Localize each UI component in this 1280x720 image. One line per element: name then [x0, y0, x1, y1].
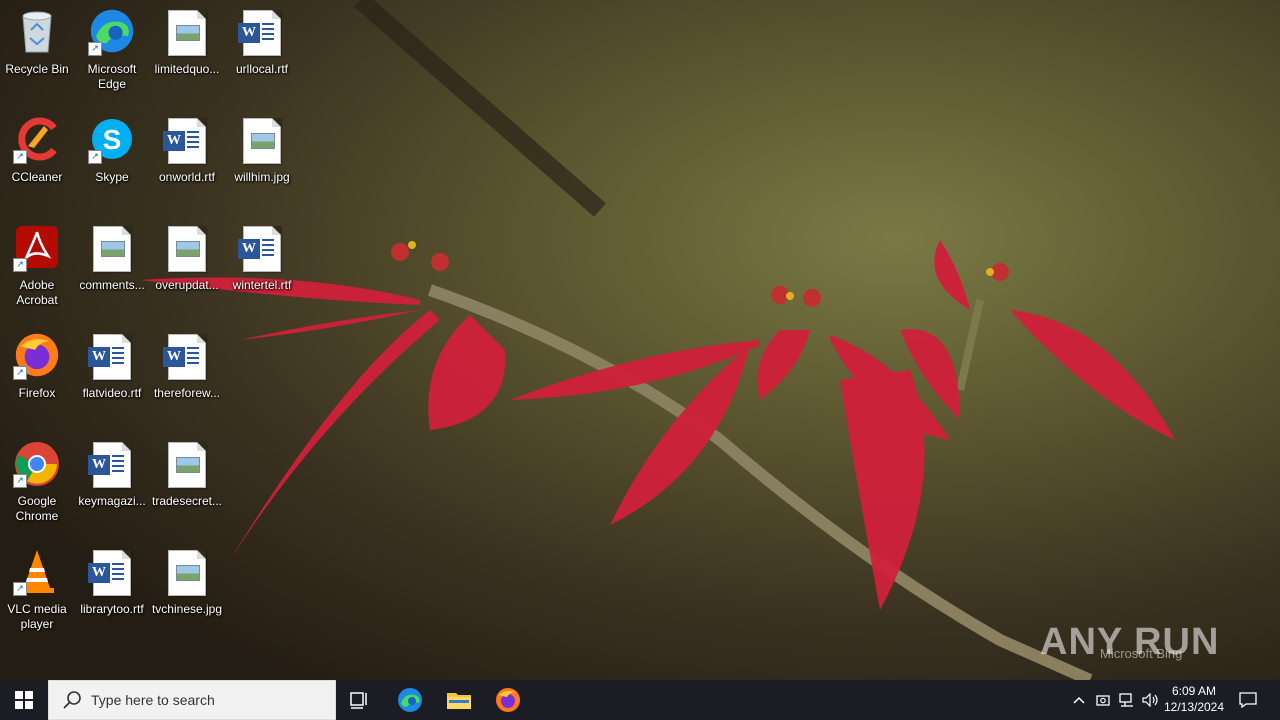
desktop-icon-label: urllocal.rtf: [235, 62, 288, 76]
desktop-icon-label: tradesecret...: [151, 494, 223, 508]
taskbar-file-explorer-button[interactable]: [435, 680, 483, 720]
image-file-icon: [88, 224, 136, 272]
shortcut-arrow-icon: ↗: [13, 150, 27, 164]
edge-icon: [398, 688, 422, 712]
desktop-icon-label: CCleaner: [11, 170, 63, 184]
word-doc-icon: W: [238, 8, 286, 56]
firefox-icon: [496, 688, 520, 712]
desktop-icon-label: wintertel.rtf: [232, 278, 292, 292]
vlc-icon: ↗: [13, 548, 61, 596]
desktop-icon-vlc-media-player[interactable]: ↗ VLC media player: [0, 542, 74, 642]
image-file-icon: [163, 8, 211, 56]
taskbar: Type here to search 6:09 AM 12/13/2024: [0, 680, 1280, 720]
desktop-icon-label: tvchinese.jpg: [151, 602, 223, 616]
desktop-icon-thereforew[interactable]: Wthereforew...: [150, 326, 224, 426]
desktop-icon-label: VLC media player: [7, 602, 67, 631]
word-doc-icon: W: [88, 440, 136, 488]
recycle-bin-icon: [13, 8, 61, 56]
svg-text:S: S: [103, 124, 122, 155]
desktop-icon-overupdat[interactable]: overupdat...: [150, 218, 224, 318]
firefox-icon: ↗: [13, 332, 61, 380]
action-center-button[interactable]: [1234, 680, 1262, 720]
desktop-icon-label: willhim.jpg: [234, 170, 290, 184]
desktop-icon-label: Firefox: [18, 386, 56, 400]
desktop-icon-label: onworld.rtf: [158, 170, 216, 184]
clock-time: 6:09 AM: [1171, 684, 1217, 698]
desktop-icon-adobe-acrobat[interactable]: ↗ Adobe Acrobat: [0, 218, 74, 318]
clock-date: 12/13/2024: [1163, 700, 1225, 714]
windows-logo-icon: [15, 691, 33, 709]
edge-icon: ↗: [88, 8, 136, 56]
taskbar-search-box[interactable]: Type here to search: [48, 680, 336, 720]
shortcut-arrow-icon: ↗: [88, 150, 102, 164]
word-doc-icon: W: [163, 332, 211, 380]
desktop-icon-label: overupdat...: [155, 278, 219, 292]
acrobat-icon: ↗: [13, 224, 61, 272]
desktop-icon-microsoft-edge[interactable]: ↗ Microsoft Edge: [75, 2, 149, 102]
desktop-icon-label: keymagazi...: [78, 494, 146, 508]
taskbar-firefox-button[interactable]: [484, 680, 532, 720]
desktop-icon-label: librarytoo.rtf: [80, 602, 144, 616]
camera-icon: [1096, 695, 1110, 706]
image-file-icon: [163, 440, 211, 488]
desktop-icon-firefox[interactable]: ↗ Firefox: [0, 326, 74, 426]
desktop-icon-limitedquo[interactable]: limitedquo...: [150, 2, 224, 102]
desktop-icon-keymagazi[interactable]: Wkeymagazi...: [75, 434, 149, 534]
tray-network-button[interactable]: [1116, 680, 1138, 720]
word-doc-icon: W: [88, 548, 136, 596]
search-placeholder: Type here to search: [91, 692, 215, 708]
shortcut-arrow-icon: ↗: [88, 42, 102, 56]
word-doc-icon: W: [163, 116, 211, 164]
desktop-icon-willhim-jpg[interactable]: willhim.jpg: [225, 110, 299, 210]
desktop-icon-label: Google Chrome: [15, 494, 59, 523]
network-icon: [1119, 693, 1133, 707]
shortcut-arrow-icon: ↗: [13, 258, 27, 272]
desktop-icon-tradesecret[interactable]: tradesecret...: [150, 434, 224, 534]
desktop-icon-label: limitedquo...: [154, 62, 220, 76]
desktop-icon-label: Adobe Acrobat: [16, 278, 58, 307]
taskbar-clock[interactable]: 6:09 AM 12/13/2024: [1158, 680, 1230, 720]
desktop-icon-librarytoo-rtf[interactable]: Wlibrarytoo.rtf: [75, 542, 149, 642]
chevron-up-icon: [1073, 696, 1085, 704]
show-hidden-icons-button[interactable]: [1068, 680, 1090, 720]
desktop-icon-label: Skype: [95, 170, 129, 184]
folder-icon: [447, 693, 471, 709]
tray-meet-now-button[interactable]: [1093, 680, 1113, 720]
word-doc-icon: W: [88, 332, 136, 380]
start-button[interactable]: [0, 680, 48, 720]
task-view-button[interactable]: [336, 680, 384, 720]
desktop-icon-label: Microsoft Edge: [87, 62, 137, 91]
taskbar-edge-button[interactable]: [386, 680, 434, 720]
desktop-icon-google-chrome[interactable]: ↗ Google Chrome: [0, 434, 74, 534]
image-file-icon: [163, 548, 211, 596]
chrome-icon: ↗: [13, 440, 61, 488]
shortcut-arrow-icon: ↗: [13, 582, 27, 596]
desktop-icon-label: Recycle Bin: [5, 62, 69, 76]
desktop-icon-comments[interactable]: comments...: [75, 218, 149, 318]
desktop-icon-recycle-bin[interactable]: Recycle Bin: [0, 2, 74, 102]
search-icon: [63, 691, 81, 709]
desktop-icon-label: flatvideo.rtf: [82, 386, 142, 400]
anyrun-watermark: ANY RUN: [1040, 612, 1240, 672]
desktop-icon-label: comments...: [79, 278, 145, 292]
word-doc-icon: W: [238, 224, 286, 272]
desktop-icon-flatvideo-rtf[interactable]: Wflatvideo.rtf: [75, 326, 149, 426]
desktop-icon-onworld-rtf[interactable]: Wonworld.rtf: [150, 110, 224, 210]
desktop-icon-label: thereforew...: [153, 386, 221, 400]
notification-icon: [1239, 692, 1257, 708]
desktop-icon-urllocal-rtf[interactable]: Wurllocal.rtf: [225, 2, 299, 102]
desktop-icon-tvchinese-jpg[interactable]: tvchinese.jpg: [150, 542, 224, 642]
bing-credit: Microsoft Bing: [1100, 646, 1183, 661]
shortcut-arrow-icon: ↗: [13, 366, 27, 380]
ccleaner-icon: ↗: [13, 116, 61, 164]
image-file-icon: [163, 224, 211, 272]
desktop-icon-skype[interactable]: S ↗ Skype: [75, 110, 149, 210]
skype-icon: S ↗: [88, 116, 136, 164]
shortcut-arrow-icon: ↗: [13, 474, 27, 488]
desktop-icon-wintertel-rtf[interactable]: Wwintertel.rtf: [225, 218, 299, 318]
image-file-icon: [238, 116, 286, 164]
task-view-icon: [350, 692, 367, 709]
desktop-icon-ccleaner[interactable]: ↗ CCleaner: [0, 110, 74, 210]
